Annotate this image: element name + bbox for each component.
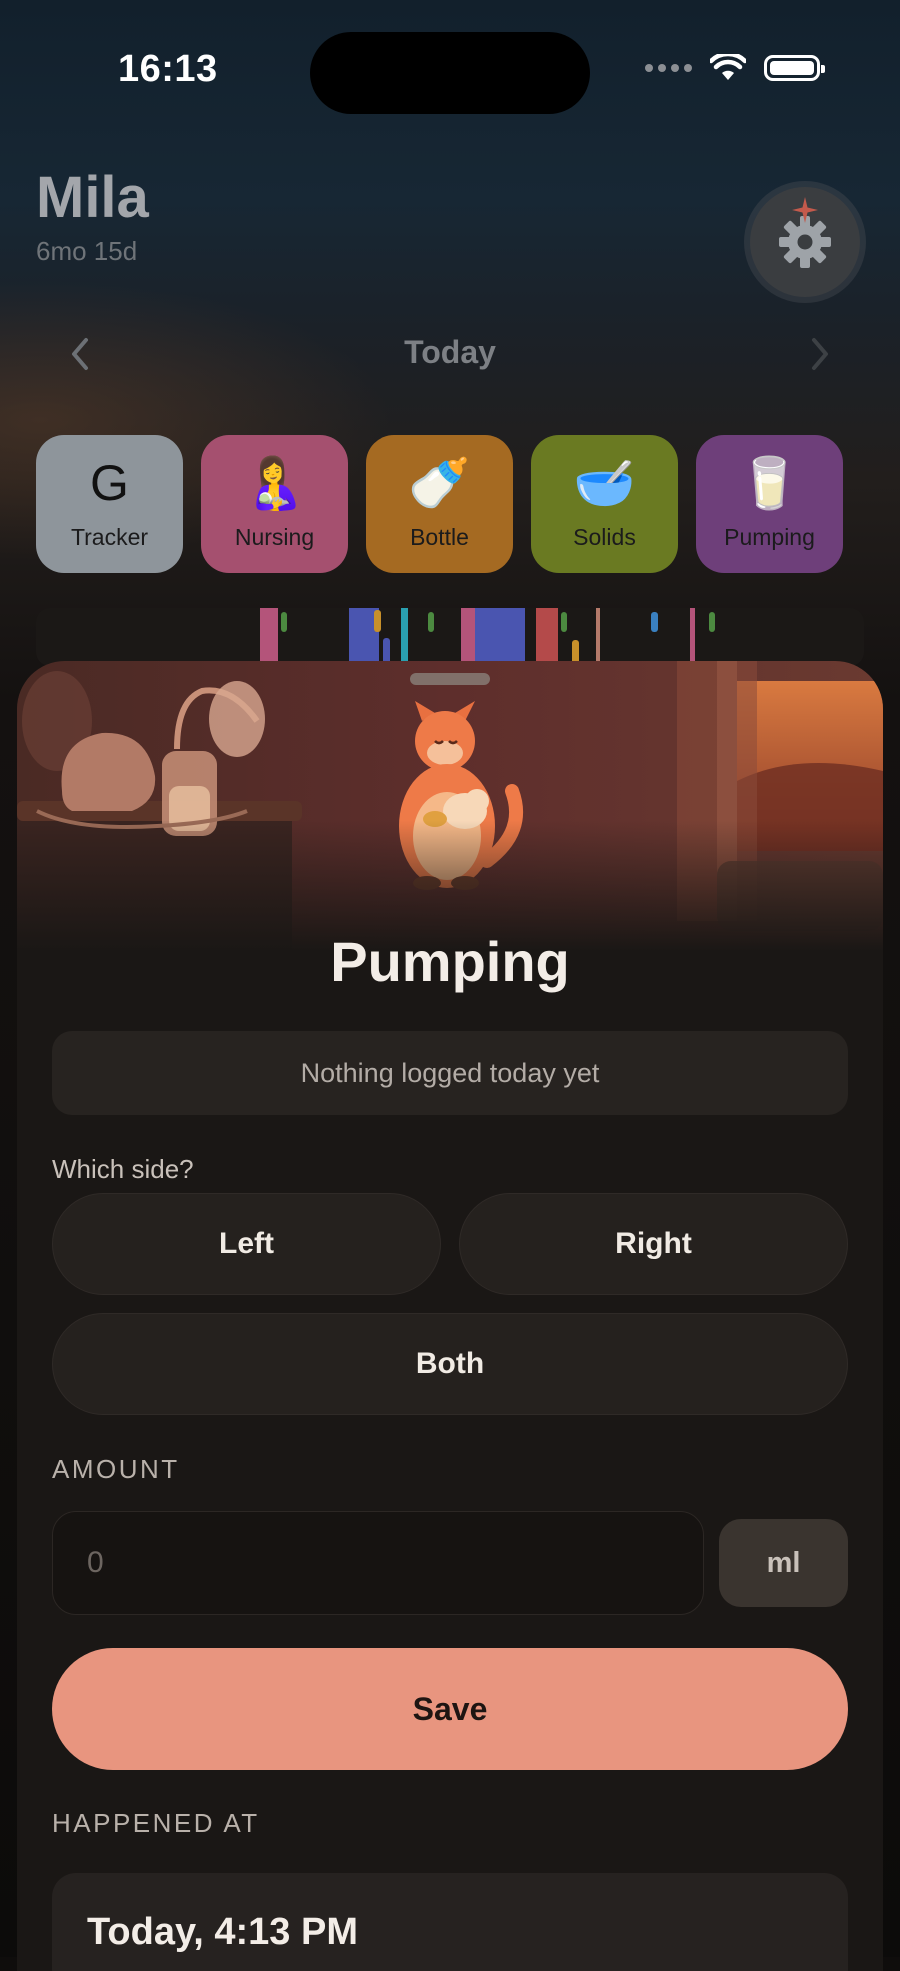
profile-age: 6mo 15d bbox=[36, 236, 138, 266]
timeline-event bbox=[690, 608, 695, 666]
chevron-right-icon[interactable] bbox=[804, 334, 836, 374]
battery-icon bbox=[764, 55, 825, 81]
save-button[interactable]: Save bbox=[52, 1648, 848, 1770]
timeline-event bbox=[561, 612, 567, 632]
side-both-button[interactable]: Both bbox=[52, 1313, 848, 1415]
timeline-event bbox=[428, 612, 434, 632]
category-label: Nursing bbox=[234, 524, 315, 550]
timeline-event bbox=[281, 612, 287, 632]
unit-toggle-button[interactable]: ml bbox=[719, 1519, 848, 1607]
dynamic-island bbox=[310, 32, 590, 114]
category-label: Tracker bbox=[70, 524, 149, 550]
category-label: Solids bbox=[573, 524, 636, 550]
category-label: Pumping bbox=[724, 524, 815, 550]
timeline-event bbox=[536, 608, 558, 666]
category-solids[interactable]: 🥣 Solids bbox=[531, 435, 678, 573]
milk-icon: 🥛 bbox=[738, 454, 801, 511]
category-bottle[interactable]: 🍼 Bottle bbox=[366, 435, 513, 573]
timeline-event bbox=[475, 608, 525, 666]
sheet-grabber[interactable] bbox=[410, 673, 490, 685]
side-left-button[interactable]: Left bbox=[52, 1193, 441, 1295]
day-title: Today bbox=[404, 334, 496, 370]
happened-at-picker[interactable]: Today, 4:13 PM bbox=[52, 1873, 848, 1971]
timeline-event bbox=[461, 608, 475, 666]
bowl-icon: 🥣 bbox=[573, 454, 636, 511]
empty-state-message: Nothing logged today yet bbox=[52, 1031, 848, 1115]
amount-label: AMOUNT bbox=[52, 1454, 180, 1484]
side-right-button[interactable]: Right bbox=[459, 1193, 848, 1295]
pumping-sheet: Pumping Nothing logged today yet Which s… bbox=[17, 661, 883, 1971]
category-tracker[interactable]: G Tracker bbox=[36, 435, 183, 573]
category-pumping[interactable]: 🥛 Pumping bbox=[696, 435, 843, 573]
happened-at-value: Today, 4:13 PM bbox=[87, 1911, 358, 1953]
sheet-title: Pumping bbox=[330, 930, 570, 993]
happened-at-label: HAPPENED AT bbox=[52, 1808, 260, 1838]
nursing-icon: 🤱 bbox=[243, 454, 306, 511]
status-time: 16:13 bbox=[118, 48, 218, 90]
timeline-event bbox=[596, 608, 600, 666]
timeline-event bbox=[651, 612, 658, 632]
timeline-event bbox=[401, 608, 408, 666]
category-label: Bottle bbox=[410, 524, 469, 550]
hero-illustration bbox=[17, 661, 883, 951]
timeline-event bbox=[374, 610, 381, 632]
side-question: Which side? bbox=[52, 1154, 194, 1184]
timeline-event bbox=[260, 608, 278, 666]
status-icons bbox=[645, 54, 825, 82]
bottle-icon: 🍼 bbox=[408, 454, 471, 511]
sparkle-icon bbox=[792, 197, 818, 223]
category-nursing[interactable]: 🤱 Nursing bbox=[201, 435, 348, 573]
category-bar: G Tracker 🤱 Nursing 🍼 Bottle 🥣 Solids 🥛 … bbox=[36, 435, 843, 573]
day-timeline[interactable] bbox=[36, 608, 864, 666]
profile-name[interactable]: Mila bbox=[36, 164, 149, 231]
settings-button[interactable] bbox=[750, 187, 860, 297]
cellular-icon bbox=[645, 64, 692, 72]
wifi-icon bbox=[710, 54, 746, 80]
tracker-icon: G bbox=[90, 455, 129, 511]
timeline-event bbox=[709, 612, 715, 632]
amount-input[interactable]: 0 bbox=[52, 1511, 704, 1615]
